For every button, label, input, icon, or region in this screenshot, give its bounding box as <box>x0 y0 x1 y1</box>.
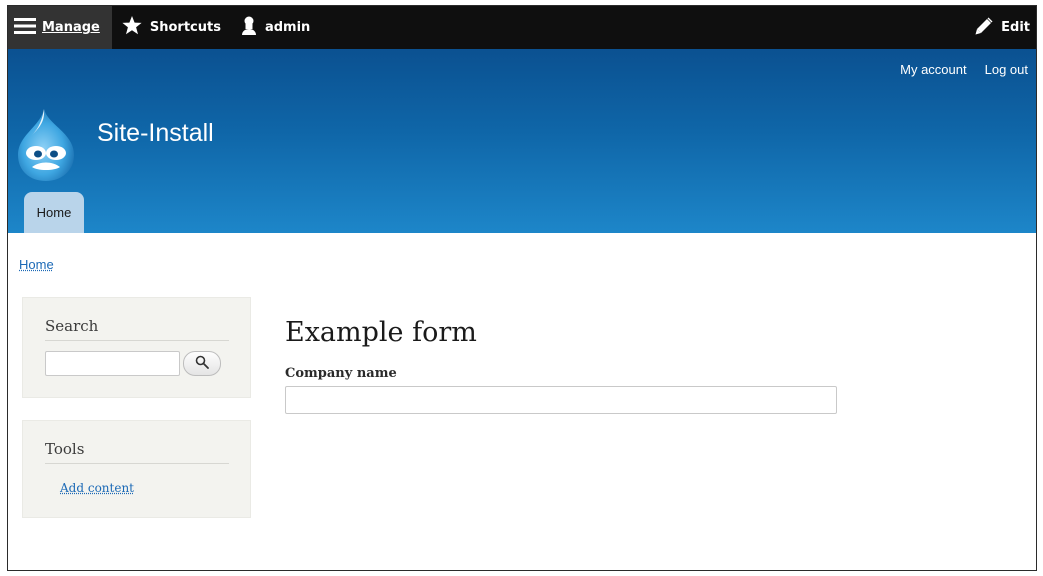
tab-home[interactable]: Home <box>24 192 84 233</box>
toolbar-shortcuts-button[interactable]: Shortcuts <box>112 6 231 49</box>
magnifier-icon <box>195 354 209 373</box>
site-name[interactable]: Site-Install <box>97 119 214 148</box>
search-input[interactable] <box>45 351 180 376</box>
add-content-link[interactable]: Add content <box>60 481 134 495</box>
search-submit-button[interactable] <box>183 351 221 376</box>
toolbar-edit-label: Edit <box>1001 20 1030 35</box>
browser-viewport: Manage Shortcuts admin Edit My account L… <box>7 5 1037 571</box>
my-account-link[interactable]: My account <box>900 62 966 77</box>
hamburger-icon <box>14 17 36 38</box>
tools-block: Tools Add content <box>22 420 251 518</box>
search-block-divider <box>45 340 229 341</box>
breadcrumb-home-link[interactable]: Home <box>19 257 54 272</box>
star-icon <box>122 16 142 39</box>
drupal-logo[interactable] <box>14 107 78 183</box>
log-out-link[interactable]: Log out <box>985 62 1028 77</box>
site-header: My account Log out Site-Install Home <box>8 49 1036 233</box>
tools-block-divider <box>45 463 229 464</box>
toolbar-manage-button[interactable]: Manage <box>8 6 112 49</box>
toolbar-user-label: admin <box>264 20 311 35</box>
page-title: Example form <box>285 317 477 348</box>
user-icon <box>241 16 257 39</box>
secondary-menu: My account Log out <box>900 62 1028 77</box>
company-name-label: Company name <box>285 366 397 381</box>
toolbar-manage-label: Manage <box>42 20 100 35</box>
admin-toolbar: Manage Shortcuts admin Edit <box>8 6 1036 49</box>
company-name-input[interactable] <box>285 386 837 414</box>
search-block-title: Search <box>45 317 99 335</box>
pencil-icon <box>975 17 993 39</box>
search-block: Search <box>22 297 251 398</box>
toolbar-user-button[interactable]: admin <box>231 6 320 49</box>
toolbar-shortcuts-label: Shortcuts <box>149 20 221 35</box>
toolbar-edit-button[interactable]: Edit <box>975 6 1030 49</box>
tools-block-title: Tools <box>45 440 85 458</box>
